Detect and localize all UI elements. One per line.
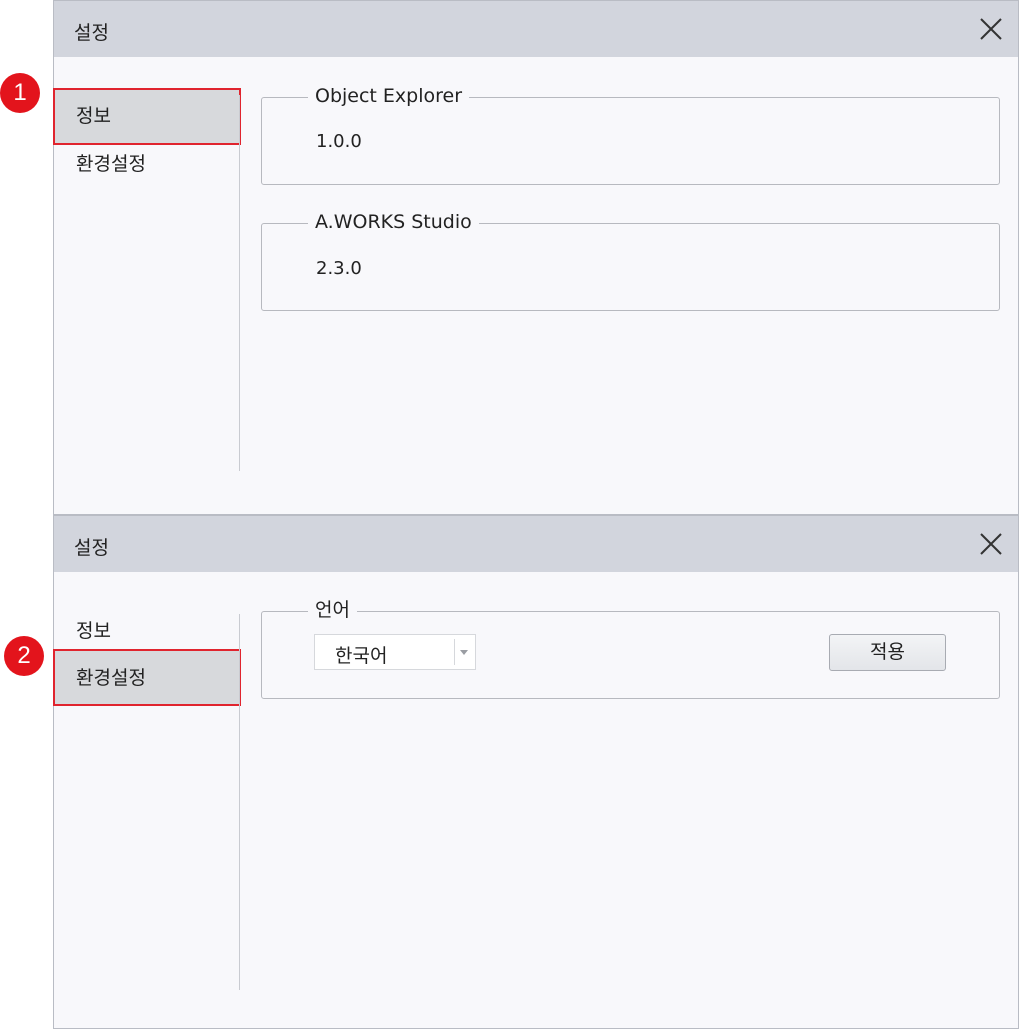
apply-button[interactable]: 적용: [829, 634, 946, 671]
version-text: 1.0.0: [316, 131, 362, 152]
title-bar: 설정: [54, 516, 1018, 572]
settings-dialog-preferences: 설정 정보 환경설정 언어 한국어 적용: [53, 515, 1019, 1029]
language-select-value: 한국어: [335, 645, 388, 667]
sidebar-item-info[interactable]: 정보: [54, 604, 241, 658]
dialog-title: 설정: [74, 22, 109, 44]
object-explorer-group: Object Explorer 1.0.0: [261, 83, 1000, 185]
sidebar-item-label: 환경설정: [76, 667, 146, 689]
aworks-studio-group: A.WORKS Studio 2.3.0: [261, 209, 1000, 311]
version-text: 2.3.0: [316, 258, 362, 279]
sidebar-item-preferences[interactable]: 환경설정: [54, 651, 241, 705]
sidebar-item-label: 정보: [76, 105, 111, 127]
close-icon: [980, 533, 1002, 555]
dropdown-separator: [454, 639, 455, 665]
sidebar-item-info[interactable]: 정보: [54, 89, 241, 143]
step-badge-1: 1: [0, 73, 40, 113]
sidebar-divider: [239, 614, 240, 990]
chevron-down-icon[interactable]: [460, 650, 468, 655]
sidebar-item-label: 정보: [76, 620, 111, 642]
close-button[interactable]: [978, 531, 1004, 557]
close-icon: [980, 18, 1002, 40]
settings-dialog-info: 설정 정보 환경설정 Object Explorer 1.0.0 A.WORKS…: [53, 0, 1019, 515]
dialog-title: 설정: [74, 537, 109, 559]
group-title: A.WORKS Studio: [308, 209, 479, 235]
sidebar-divider: [239, 95, 240, 471]
group-title: 언어: [308, 597, 357, 623]
step-badge-2: 2: [4, 636, 44, 676]
language-group: 언어 한국어 적용: [261, 597, 1000, 699]
close-button[interactable]: [978, 16, 1004, 42]
sidebar-item-label: 환경설정: [76, 153, 146, 175]
group-title: Object Explorer: [308, 83, 470, 109]
sidebar-item-preferences[interactable]: 환경설정: [54, 137, 241, 191]
language-select[interactable]: 한국어: [314, 634, 476, 670]
title-bar: 설정: [54, 1, 1018, 57]
